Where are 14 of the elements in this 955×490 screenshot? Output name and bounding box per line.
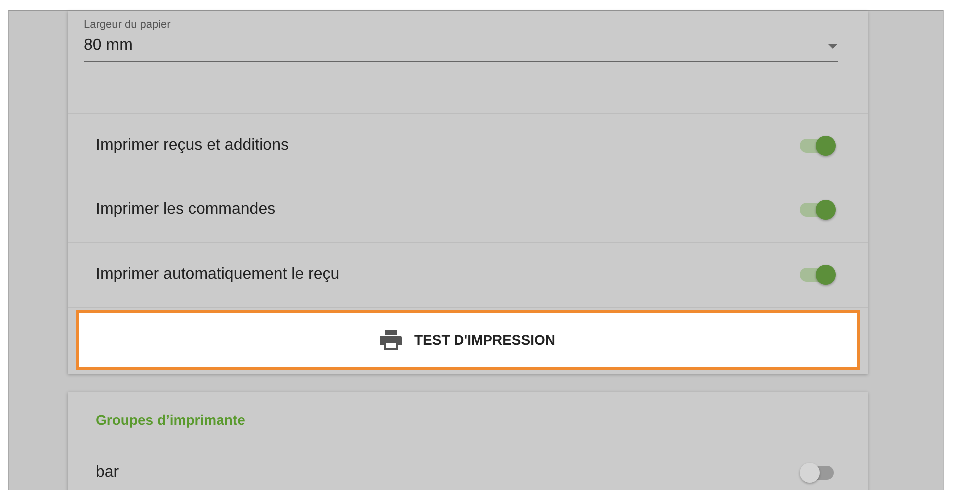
- caret-icon: [828, 44, 838, 48]
- toggle-label: Imprimer automatiquement le reçu: [96, 266, 340, 284]
- toggle-label: bar: [96, 464, 120, 482]
- toggle-label: Imprimer reçus et additions: [96, 137, 289, 155]
- test-print-button[interactable]: TEST D'IMPRESSION: [76, 310, 860, 370]
- toggle-switch[interactable]: [800, 136, 836, 156]
- section-title: Groupes d’imprimante: [95, 411, 246, 430]
- toggle-switch[interactable]: [800, 463, 836, 483]
- toggle-switch[interactable]: [800, 200, 836, 220]
- field-label: Largeur du papier: [84, 19, 172, 31]
- toggle-label: Imprimer les commandes: [96, 201, 276, 219]
- dropdown-field[interactable]: 80 mm: [84, 31, 838, 62]
- toggle-switch[interactable]: [800, 265, 836, 285]
- printer-icon: [380, 330, 402, 350]
